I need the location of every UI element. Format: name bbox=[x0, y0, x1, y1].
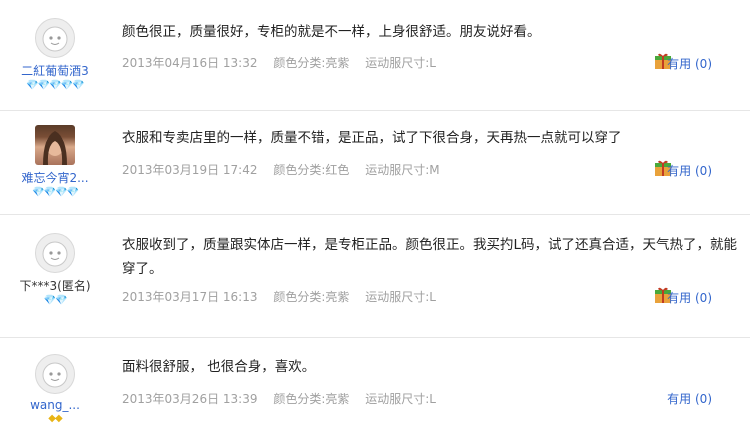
useful-button[interactable]: 有用 (0) bbox=[667, 289, 712, 306]
useful-count: (0) bbox=[695, 392, 712, 406]
review-meta: 2013年04月16日 13:32 颜色分类:亮紫 运动服尺寸:L bbox=[122, 54, 448, 71]
useful-button[interactable]: 有用 (0) bbox=[667, 390, 712, 407]
useful-label: 有用 bbox=[667, 57, 692, 71]
review-color: 颜色分类:亮紫 bbox=[273, 392, 350, 406]
reputation-badge: ◆◆ bbox=[48, 413, 62, 424]
review-item: 难忘今宵2... 💎💎💎💎 衣服和专卖店里的一样，质量不错，是正品，试了下很合身… bbox=[0, 111, 750, 215]
useful-count: (0) bbox=[695, 164, 712, 178]
review-meta: 2013年03月17日 16:13 颜色分类:亮紫 运动服尺寸:L bbox=[122, 288, 448, 305]
useful-count: (0) bbox=[695, 57, 712, 71]
reviewer-name[interactable]: 难忘今宵2... bbox=[0, 169, 110, 186]
reviewer-info: wang_... ◆◆ bbox=[0, 354, 110, 425]
reviewer-info: 下***3(匿名) 💎💎 bbox=[0, 233, 110, 307]
review-item: 下***3(匿名) 💎💎 衣服收到了，质量跟实体店一样，是专柜正品。颜色很正。我… bbox=[0, 215, 750, 338]
reviewer-name: 下***3(匿名) bbox=[19, 279, 91, 293]
reviewer-name[interactable]: 二紅葡萄酒3 bbox=[0, 62, 110, 79]
review-meta: 2013年03月26日 13:39 颜色分类:亮紫 运动服尺寸:L bbox=[122, 390, 448, 407]
useful-button[interactable]: 有用 (0) bbox=[667, 162, 712, 179]
review-text: 衣服和专卖店里的一样，质量不错，是正品，试了下很合身，天再热一点就可以穿了 bbox=[122, 130, 622, 146]
useful-label: 有用 bbox=[667, 291, 692, 305]
review-size: 运动服尺寸:L bbox=[365, 392, 436, 406]
review-item: wang_... ◆◆ 面料很舒服， 也很合身，喜欢。 2013年03月26日 … bbox=[0, 338, 750, 438]
review-size: 运动服尺寸:L bbox=[365, 56, 436, 70]
useful-button[interactable]: 有用 (0) bbox=[667, 55, 712, 72]
useful-count: (0) bbox=[695, 291, 712, 305]
review-date: 2013年03月26日 13:39 bbox=[122, 392, 258, 406]
review-size: 运动服尺寸:M bbox=[365, 163, 440, 177]
default-avatar-icon[interactable] bbox=[35, 354, 75, 394]
review-text: 面料很舒服， 也很合身，喜欢。 bbox=[122, 359, 316, 375]
review-color: 颜色分类:亮紫 bbox=[273, 56, 350, 70]
reputation-badge: 💎💎 bbox=[43, 295, 68, 306]
reviewer-info: 难忘今宵2... 💎💎💎💎 bbox=[0, 125, 110, 199]
reputation-badge: 💎💎💎💎 bbox=[32, 187, 79, 198]
useful-label: 有用 bbox=[667, 392, 692, 406]
review-date: 2013年04月16日 13:32 bbox=[122, 56, 258, 70]
review-color: 颜色分类:亮紫 bbox=[273, 290, 350, 304]
review-text: 衣服收到了，质量跟实体店一样，是专柜正品。颜色很正。我买扚L码，试了还真合适，天… bbox=[122, 237, 738, 277]
review-text: 颜色很正，质量很好，专柜的就是不一样，上身很舒适。朋友说好看。 bbox=[122, 24, 541, 40]
default-avatar-icon[interactable] bbox=[35, 18, 75, 58]
photo-avatar[interactable] bbox=[35, 125, 75, 165]
review-date: 2013年03月19日 17:42 bbox=[122, 163, 258, 177]
default-avatar-icon[interactable] bbox=[35, 233, 75, 273]
useful-label: 有用 bbox=[667, 164, 692, 178]
reviewer-name[interactable]: wang_... bbox=[0, 398, 110, 412]
reputation-badge: 💎💎💎💎💎 bbox=[26, 80, 84, 91]
review-meta: 2013年03月19日 17:42 颜色分类:红色 运动服尺寸:M bbox=[122, 161, 452, 178]
review-color: 颜色分类:红色 bbox=[273, 163, 350, 177]
reviewer-info: 二紅葡萄酒3 💎💎💎💎💎 bbox=[0, 18, 110, 92]
review-size: 运动服尺寸:L bbox=[365, 290, 436, 304]
review-date: 2013年03月17日 16:13 bbox=[122, 290, 258, 304]
review-item: 二紅葡萄酒3 💎💎💎💎💎 颜色很正，质量很好，专柜的就是不一样，上身很舒适。朋友… bbox=[0, 0, 750, 111]
